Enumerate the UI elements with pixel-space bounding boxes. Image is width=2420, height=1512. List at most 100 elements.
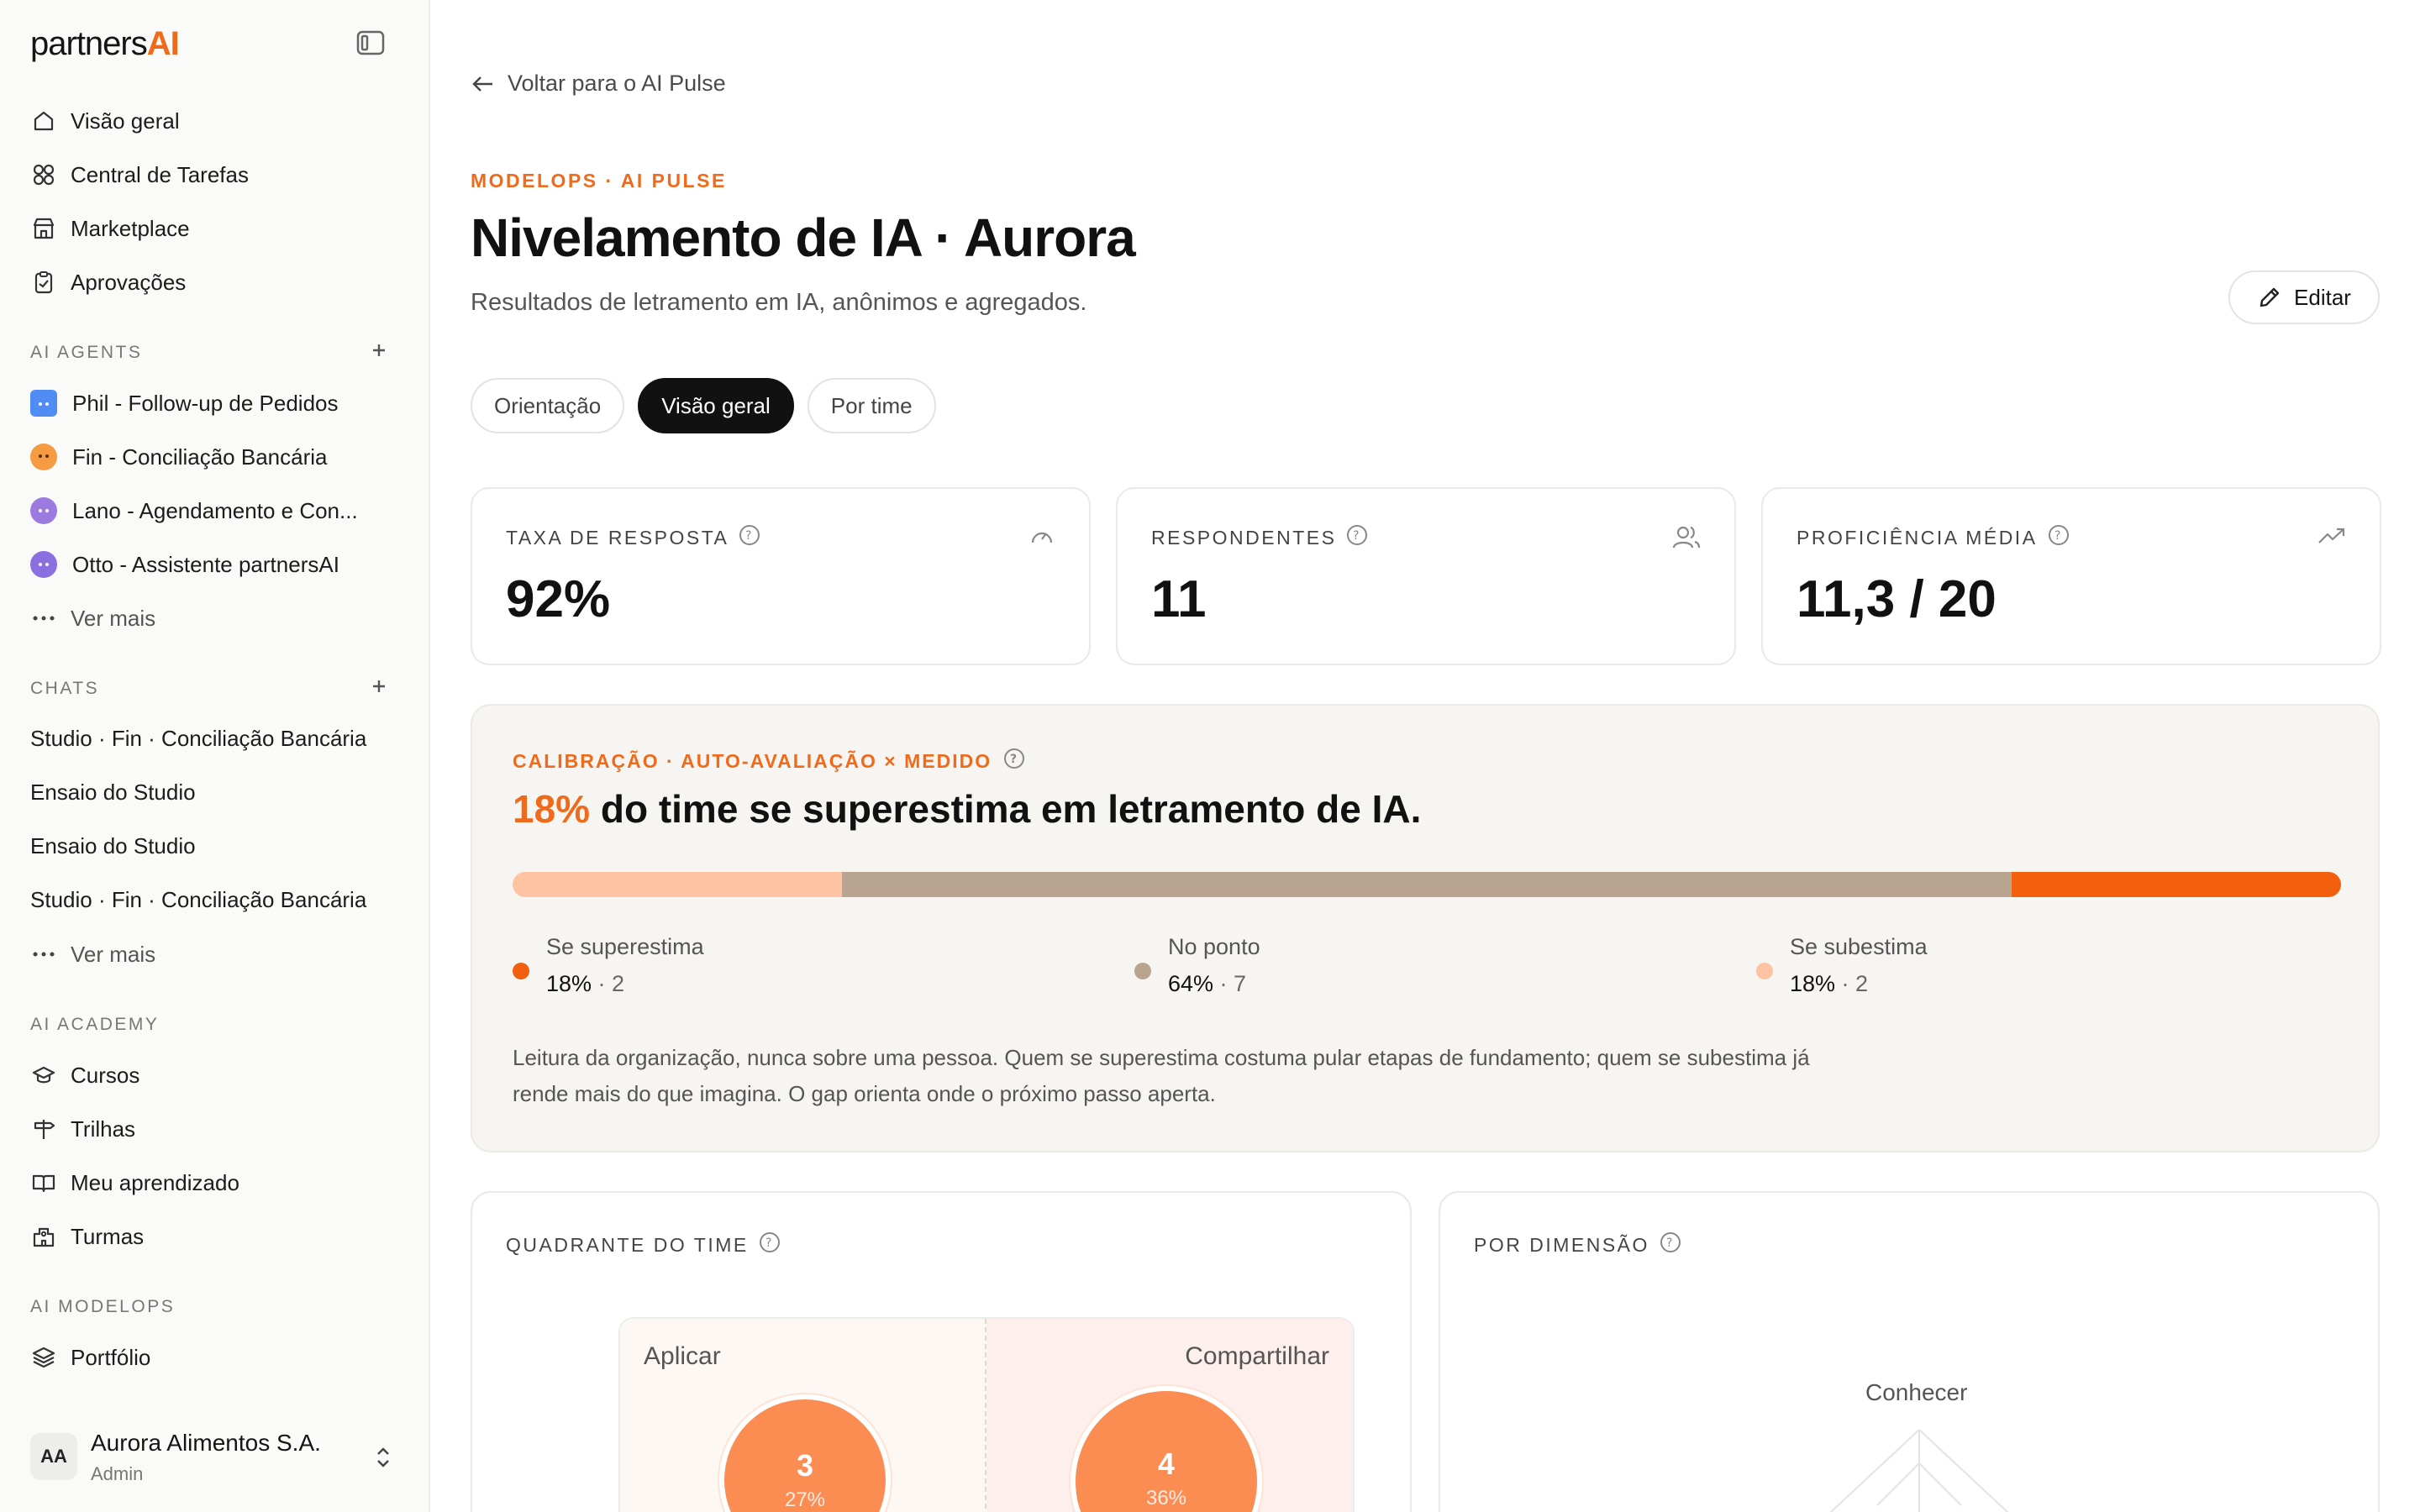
help-icon[interactable]: ? bbox=[759, 1231, 781, 1258]
tab-por-time[interactable]: Por time bbox=[807, 378, 936, 433]
add-agent-icon[interactable] bbox=[370, 341, 393, 365]
sidebar-item-central-de-tarefas[interactable]: Central de Tarefas bbox=[30, 156, 249, 193]
view-tabs: Orientação Visão geral Por time bbox=[471, 378, 936, 433]
bubble-count: 4 bbox=[1157, 1446, 1176, 1481]
sidebar-toggle-icon[interactable] bbox=[356, 30, 387, 57]
sidebar-item-visao-geral[interactable]: Visão geral bbox=[30, 102, 180, 139]
book-open-icon bbox=[30, 1169, 57, 1196]
users-icon bbox=[1672, 524, 1701, 555]
help-icon[interactable]: ? bbox=[1346, 524, 1368, 551]
section-label-chats: CHATS bbox=[30, 679, 100, 698]
see-more-label: Ver mais bbox=[71, 605, 156, 631]
legend-pct: 64% bbox=[1168, 971, 1214, 996]
calibration-headline: 18% do time se superestima em letramento… bbox=[513, 786, 1421, 832]
sidebar-item-label: Marketplace bbox=[71, 215, 190, 241]
sidebar-item-portfolio[interactable]: Portfólio bbox=[30, 1339, 150, 1376]
calibration-segment bbox=[513, 872, 842, 897]
sidebar-item-cursos[interactable]: Cursos bbox=[30, 1057, 139, 1094]
section-label-ai-agents: AI AGENTS bbox=[30, 343, 143, 362]
more-dots-icon bbox=[30, 941, 57, 968]
bubble-count: 3 bbox=[796, 1448, 814, 1483]
sidebar-item-agent-otto[interactable]: Otto - Assistente partnersAI bbox=[30, 546, 339, 583]
more-dots-icon bbox=[30, 605, 57, 632]
quadrant-bubble[interactable]: 3 27% bbox=[719, 1394, 891, 1512]
tab-orientacao[interactable]: Orientação bbox=[471, 378, 625, 433]
calibration-segment bbox=[841, 872, 2012, 897]
store-icon bbox=[30, 215, 57, 242]
sidebar-item-meu-aprendizado[interactable]: Meu aprendizado bbox=[30, 1164, 239, 1201]
trending-up-icon bbox=[2317, 524, 2346, 552]
home-icon bbox=[30, 108, 57, 134]
quadrant-panel: QUADRANTE DO TIME? Aplicar 3 27% Compart… bbox=[471, 1191, 1412, 1512]
back-link[interactable]: Voltar para o AI Pulse bbox=[471, 71, 726, 97]
add-chat-icon[interactable] bbox=[370, 677, 393, 701]
sidebar-item-label: Central de Tarefas bbox=[71, 161, 249, 187]
svg-text:?: ? bbox=[1666, 1236, 1675, 1250]
help-icon[interactable]: ? bbox=[1003, 748, 1025, 774]
kpi-label: PROFICIÊNCIA MÉDIA bbox=[1797, 526, 2038, 549]
sidebar-item-agent-phil[interactable]: Phil - Follow-up de Pedidos bbox=[30, 385, 339, 422]
sidebar-item-label: Trilhas bbox=[71, 1116, 136, 1142]
gauge-icon bbox=[1028, 524, 1055, 555]
bubble-percent: 27% bbox=[784, 1488, 826, 1511]
sidebar-item-label: Cursos bbox=[71, 1062, 140, 1088]
sidebar-item-label: Fin - Conciliação Bancária bbox=[72, 444, 328, 470]
agent-avatar bbox=[30, 551, 57, 578]
tab-visao-geral[interactable]: Visão geral bbox=[638, 378, 794, 433]
pencil-icon bbox=[2260, 287, 2280, 307]
legend-label: Se superestima bbox=[546, 934, 704, 959]
legend-pct: 18% bbox=[1790, 971, 1836, 996]
quadrant-name: Compartilhar bbox=[1185, 1342, 1329, 1370]
calibration-note: Leitura da organização, nunca sobre uma … bbox=[513, 1045, 1810, 1106]
section-label-ai-modelops: AI MODELOPS bbox=[30, 1297, 176, 1316]
kpi-value: 11,3 / 20 bbox=[1797, 570, 1996, 628]
kpi-card-proficiencia-media: PROFICIÊNCIA MÉDIA? 11,3 / 20 bbox=[1761, 487, 2381, 665]
legend-count: · 7 bbox=[1213, 971, 1247, 996]
kpi-value: 92% bbox=[506, 570, 611, 628]
sidebar-item-label: Lano - Agendamento e Con... bbox=[72, 497, 358, 523]
headline-text: do time se superestima em letramento de … bbox=[590, 787, 1422, 831]
legend-count: · 2 bbox=[1835, 971, 1869, 996]
org-role: Admin bbox=[91, 1463, 144, 1484]
sidebar-item-marketplace[interactable]: Marketplace bbox=[30, 210, 190, 247]
legend-label: No ponto bbox=[1168, 934, 1260, 959]
help-icon[interactable]: ? bbox=[2048, 524, 2070, 551]
org-avatar: AA bbox=[30, 1433, 77, 1480]
sidebar-item-trilhas[interactable]: Trilhas bbox=[30, 1110, 135, 1147]
calibration-eyebrow: CALIBRAÇÃO · AUTO-AVALIAÇÃO × MEDIDO bbox=[513, 749, 992, 772]
sidebar-item-agent-lano[interactable]: Lano - Agendamento e Con... bbox=[30, 492, 358, 529]
sidebar-item-label: Turmas bbox=[71, 1223, 145, 1249]
radar-chart bbox=[1829, 1430, 2009, 1512]
quadrant-cell-aplicar[interactable]: Aplicar 3 27% bbox=[620, 1319, 986, 1512]
chat-item[interactable]: Studio · Fin · Conciliação Bancária bbox=[30, 887, 366, 913]
legend-dot bbox=[1134, 963, 1151, 979]
chat-item[interactable]: Ensaio do Studio bbox=[30, 833, 196, 859]
sidebar-item-agent-fin[interactable]: Fin - Conciliação Bancária bbox=[30, 438, 327, 475]
help-icon[interactable]: ? bbox=[739, 524, 760, 551]
kpi-label: RESPONDENTES bbox=[1151, 526, 1337, 549]
calibration-segment bbox=[2012, 872, 2341, 897]
layers-icon bbox=[30, 1344, 57, 1371]
org-switcher[interactable]: AA Aurora Alimentos S.A. Admin bbox=[0, 1420, 429, 1512]
grid-icon bbox=[30, 161, 57, 188]
kpi-card-respondentes: RESPONDENTES? 11 bbox=[1116, 487, 1736, 665]
chat-item[interactable]: Studio · Fin · Conciliação Bancária bbox=[30, 726, 366, 752]
svg-text:?: ? bbox=[1353, 529, 1361, 543]
legend-dot bbox=[1756, 963, 1773, 979]
quadrant-bubble[interactable]: 4 36% bbox=[1071, 1386, 1262, 1512]
chats-see-more[interactable]: Ver mais bbox=[30, 936, 155, 973]
sidebar-item-label: Visão geral bbox=[71, 108, 180, 134]
sidebar-item-label: Portfólio bbox=[71, 1344, 151, 1370]
sidebar-item-turmas[interactable]: Turmas bbox=[30, 1218, 144, 1255]
quadrant-cell-compartilhar[interactable]: Compartilhar 4 36% bbox=[986, 1319, 1353, 1512]
bubble-percent: 36% bbox=[1145, 1487, 1187, 1509]
help-icon[interactable]: ? bbox=[1660, 1231, 1681, 1258]
page-title: Nivelamento de IA · Aurora bbox=[471, 207, 1136, 268]
sidebar-item-aprovacoes[interactable]: Aprovações bbox=[30, 264, 186, 301]
graduation-cap-icon bbox=[30, 1062, 57, 1089]
chat-item[interactable]: Ensaio do Studio bbox=[30, 780, 196, 806]
brand-logo[interactable]: partnersAI bbox=[30, 25, 180, 63]
calibration-card: CALIBRAÇÃO · AUTO-AVALIAÇÃO × MEDIDO? 18… bbox=[471, 704, 2380, 1152]
agents-see-more[interactable]: Ver mais bbox=[30, 600, 155, 637]
edit-button[interactable]: Editar bbox=[2228, 270, 2380, 324]
